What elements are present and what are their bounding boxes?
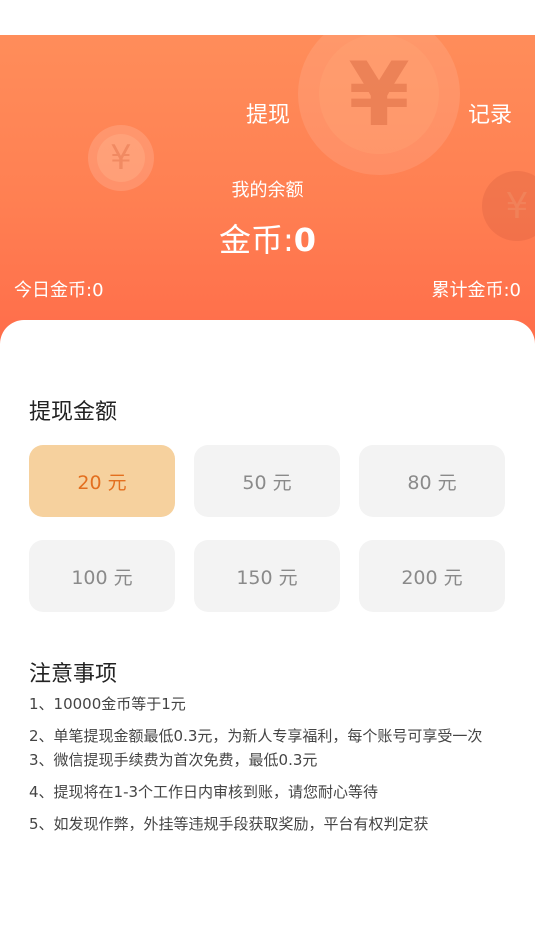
today-coins: 今日金币:0	[14, 280, 104, 301]
amount-option-150[interactable]: 150 元	[194, 540, 340, 612]
note-item: 3、微信提现手续费为首次免费，最低0.3元	[29, 751, 318, 769]
coin-decoration-large: ¥	[298, 35, 460, 175]
amount-options: 20 元 50 元 80 元 100 元 150 元 200 元	[29, 445, 506, 612]
yen-icon: ¥	[97, 134, 145, 182]
record-link[interactable]: 记录	[460, 97, 520, 129]
amount-option-80[interactable]: 80 元	[359, 445, 505, 517]
amount-option-200[interactable]: 200 元	[359, 540, 505, 612]
amount-option-50[interactable]: 50 元	[194, 445, 340, 517]
notes-title: 注意事项	[29, 662, 118, 687]
balance-prefix: 金币:	[218, 221, 294, 259]
yen-icon: ¥	[319, 35, 439, 154]
note-item: 2、单笔提现金额最低0.3元，为新人专享福利，每个账号可享受一次	[29, 727, 483, 745]
page-title: 提现	[245, 103, 290, 128]
balance-header: ¥ ¥ ¥ 提现 记录 我的余额 金币:0 今日金币:0 累计金币:0	[0, 35, 535, 345]
balance-value: 金币:0	[0, 215, 535, 261]
withdraw-amount-title: 提现金额	[29, 400, 118, 425]
note-item: 5、如发现作弊，外挂等违规手段获取奖励，平台有权判定获	[29, 815, 429, 833]
balance-number: 0	[293, 221, 317, 259]
notes-list: 1、10000金币等于1元 2、单笔提现金额最低0.3元，为新人专享福利，每个账…	[29, 692, 509, 844]
amount-option-100[interactable]: 100 元	[29, 540, 175, 612]
note-item: 1、10000金币等于1元	[29, 695, 186, 713]
total-coins: 累计金币:0	[431, 280, 521, 301]
amount-option-20[interactable]: 20 元	[29, 445, 175, 517]
note-item: 4、提现将在1-3个工作日内审核到账，请您耐心等待	[29, 783, 379, 801]
balance-label: 我的余额	[231, 180, 304, 201]
withdraw-card: 提现金额 20 元 50 元 80 元 100 元 150 元 200 元 注意…	[0, 320, 535, 951]
